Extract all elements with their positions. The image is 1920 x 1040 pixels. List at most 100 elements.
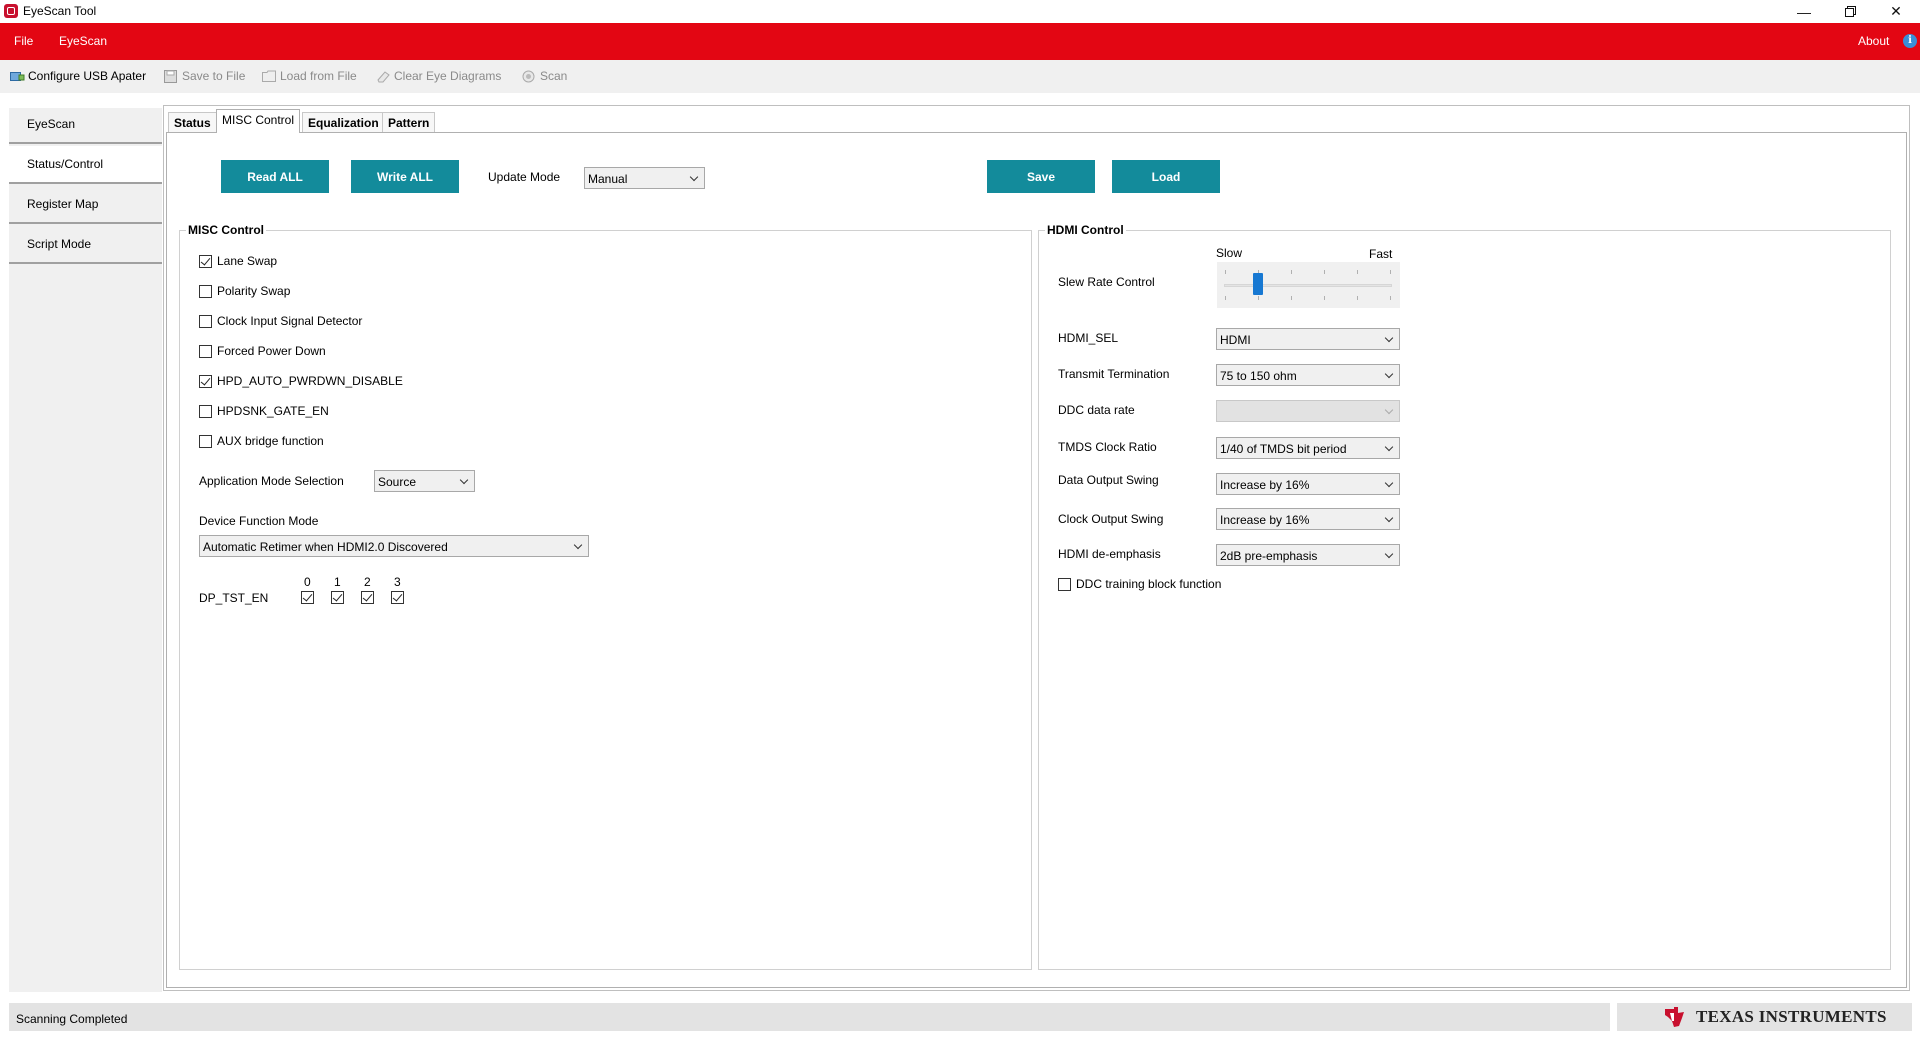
slider-tick (1357, 270, 1358, 274)
load-from-file-button[interactable]: Load from File (262, 69, 357, 83)
ti-logo-icon (1662, 1005, 1688, 1029)
misc-control-title: MISC Control (186, 223, 266, 237)
status-text: Scanning Completed (16, 1012, 128, 1026)
menu-bar: File EyeScan About i (0, 23, 1920, 60)
clock-output-swing-label: Clock Output Swing (1058, 512, 1164, 526)
misc-checkbox-row[interactable]: Forced Power Down (199, 344, 326, 358)
info-icon[interactable]: i (1903, 34, 1917, 48)
tab-equalization[interactable]: Equalization (302, 112, 385, 132)
checkbox[interactable] (199, 434, 212, 448)
slider-tick (1225, 296, 1226, 300)
nav-eyescan[interactable]: EyeScan (9, 106, 162, 144)
checkbox[interactable] (199, 404, 212, 418)
save-to-file-button[interactable]: Save to File (164, 69, 245, 83)
slew-max-label: Fast (1369, 247, 1393, 261)
checkbox-label: AUX bridge function (217, 434, 324, 448)
misc-checkbox-row[interactable]: HPD_AUTO_PWRDWN_DISABLE (199, 374, 403, 388)
menu-about[interactable]: About (1858, 34, 1889, 48)
tmds-clock-ratio-select[interactable]: 1/40 of TMDS bit period (1216, 437, 1400, 459)
checkbox-label: Lane Swap (217, 254, 278, 268)
transmit-termination-select[interactable]: 75 to 150 ohm (1216, 364, 1400, 386)
read-all-button[interactable]: Read ALL (221, 160, 329, 193)
slider-tick (1258, 296, 1259, 300)
ddc-training-checkbox[interactable] (1058, 577, 1071, 591)
clock-output-swing-value: Increase by 16% (1220, 513, 1310, 527)
checkbox-label: Clock Input Signal Detector (217, 314, 363, 328)
app-mode-select[interactable]: Source (374, 470, 475, 492)
tmds-clock-ratio-label: TMDS Clock Ratio (1058, 440, 1157, 454)
dp-lane-checkbox[interactable] (391, 591, 404, 604)
slider-tick (1390, 296, 1391, 300)
tab-misc-control[interactable]: MISC Control (216, 109, 301, 133)
ddc-data-rate-select[interactable] (1216, 400, 1400, 422)
save-to-file-label: Save to File (182, 69, 246, 83)
checkbox-label: HPDSNK_GATE_EN (217, 404, 329, 418)
slider-thumb[interactable] (1253, 273, 1263, 295)
scan-icon (522, 70, 536, 83)
nav-status-control-label: Status/Control (27, 157, 104, 171)
checkbox[interactable] (199, 284, 212, 298)
ddc-data-rate-label: DDC data rate (1058, 403, 1135, 417)
nav-status-control[interactable]: Status/Control (9, 146, 162, 184)
dp-lane-checkbox[interactable] (361, 591, 374, 604)
misc-checkbox-row[interactable]: HPDSNK_GATE_EN (199, 404, 329, 418)
menu-file[interactable]: File (14, 34, 33, 48)
configure-usb-button[interactable]: Configure USB Apater (10, 69, 146, 83)
hdmi-de-emphasis-select[interactable]: 2dB pre-emphasis (1216, 544, 1400, 566)
window-title: EyeScan Tool (23, 4, 97, 18)
usb-adapter-icon (10, 70, 25, 83)
device-mode-value: Automatic Retimer when HDMI2.0 Discovere… (203, 540, 448, 554)
misc-checkbox-row[interactable]: AUX bridge function (199, 434, 324, 448)
hdmi-de-emphasis-value: 2dB pre-emphasis (1220, 549, 1318, 563)
checkbox-label: HPD_AUTO_PWRDWN_DISABLE (217, 374, 403, 388)
dp-lane-number: 2 (364, 575, 371, 589)
dp-lane-checkbox[interactable] (301, 591, 314, 604)
clear-eye-diagrams-button[interactable]: Clear Eye Diagrams (376, 69, 501, 83)
misc-checkbox-row[interactable]: Clock Input Signal Detector (199, 314, 362, 328)
close-icon[interactable]: ✕ (1873, 0, 1919, 23)
slider-track (1224, 284, 1392, 287)
checkbox[interactable] (199, 314, 212, 328)
minimize-icon[interactable]: — (1781, 0, 1827, 23)
slider-tick (1357, 296, 1358, 300)
hdmi-sel-value: HDMI (1220, 333, 1251, 347)
tab-pattern[interactable]: Pattern (382, 112, 436, 132)
checkbox[interactable] (199, 374, 212, 388)
slew-min-label: Slow (1216, 246, 1243, 260)
dp-lane-checkbox[interactable] (331, 591, 344, 604)
app-mode-label: Application Mode Selection (199, 474, 344, 488)
hdmi-sel-select[interactable]: HDMI (1216, 328, 1400, 350)
scan-button[interactable]: Scan (522, 69, 567, 83)
update-mode-select[interactable]: Manual (584, 167, 705, 189)
save-button[interactable]: Save (987, 160, 1095, 193)
slider-tick (1291, 270, 1292, 274)
scan-label: Scan (540, 69, 568, 83)
restore-icon[interactable] (1827, 0, 1873, 23)
checkbox[interactable] (199, 344, 212, 358)
device-mode-label: Device Function Mode (199, 514, 319, 528)
device-mode-select[interactable]: Automatic Retimer when HDMI2.0 Discovere… (199, 535, 589, 557)
checkbox[interactable] (199, 254, 212, 268)
nav-script-mode[interactable]: Script Mode (9, 226, 162, 264)
data-output-swing-value: Increase by 16% (1220, 478, 1310, 492)
menu-eyescan[interactable]: EyeScan (59, 34, 107, 48)
slider-tick (1225, 270, 1226, 274)
ddc-training-row[interactable]: DDC training block function (1058, 577, 1221, 591)
data-output-swing-select[interactable]: Increase by 16% (1216, 473, 1400, 495)
misc-checkbox-row[interactable]: Polarity Swap (199, 284, 290, 298)
tab-status[interactable]: Status (168, 112, 217, 132)
clock-output-swing-select[interactable]: Increase by 16% (1216, 508, 1400, 530)
write-all-button[interactable]: Write ALL (351, 160, 459, 193)
brand-name: TEXAS INSTRUMENTS (1696, 1007, 1887, 1026)
nav-register-map[interactable]: Register Map (9, 186, 162, 224)
eraser-icon (376, 70, 390, 83)
app-icon (4, 4, 18, 18)
transmit-termination-label: Transmit Termination (1058, 367, 1170, 381)
slider-tick (1324, 270, 1325, 274)
checkbox-label: Forced Power Down (217, 344, 326, 358)
slider-tick (1291, 296, 1292, 300)
misc-checkbox-row[interactable]: Lane Swap (199, 254, 277, 268)
data-output-swing-label: Data Output Swing (1058, 473, 1159, 487)
toolbar: Configure USB Apater Save to File Load f… (0, 60, 1920, 93)
load-button[interactable]: Load (1112, 160, 1220, 193)
